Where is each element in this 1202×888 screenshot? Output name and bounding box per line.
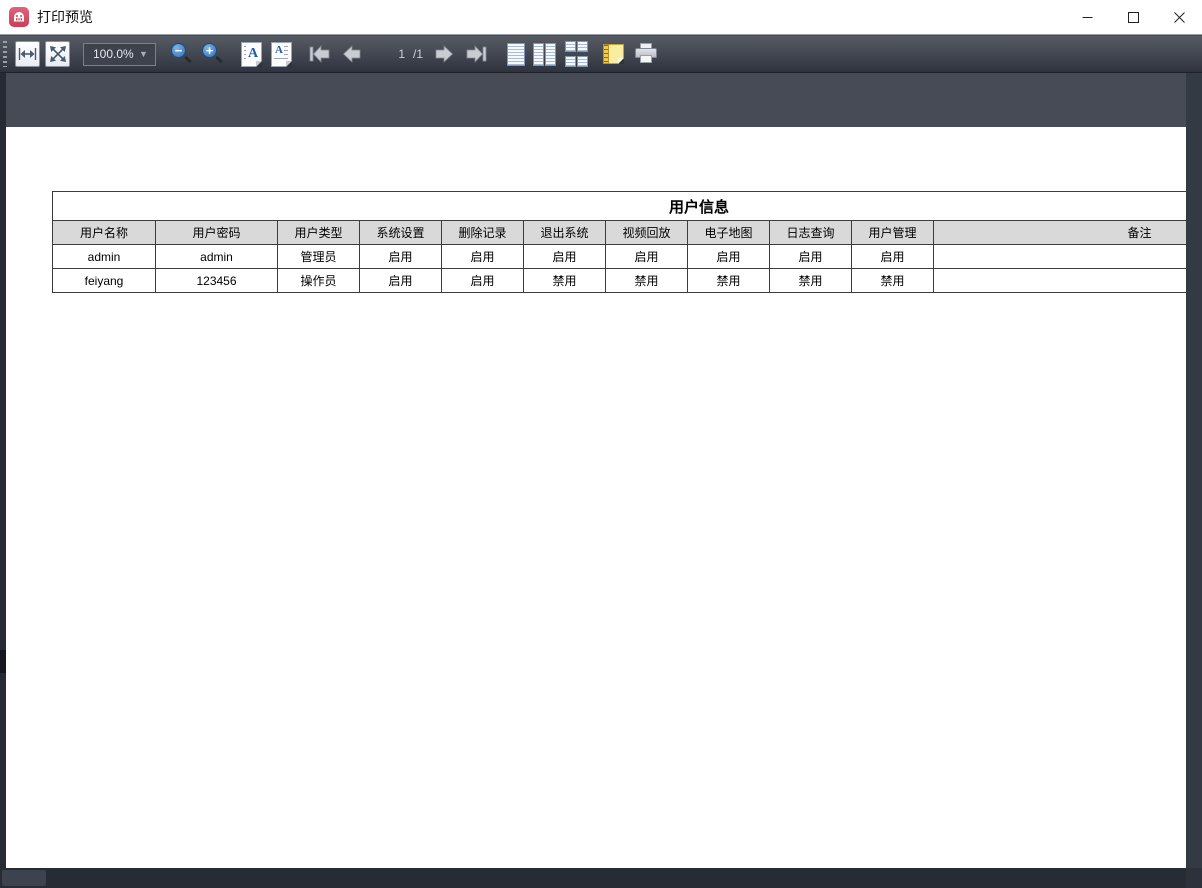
- horizontal-scrollbar-thumb[interactable]: [2, 870, 46, 886]
- table-cell: 启用: [360, 245, 442, 269]
- toolbar: 100.0% ▼ − + A A 1 /1: [0, 36, 1202, 73]
- zoom-in-button[interactable]: +: [200, 41, 226, 67]
- table-cell: 启用: [442, 245, 524, 269]
- next-page-button[interactable]: [433, 39, 457, 69]
- table-cell: [934, 269, 1187, 293]
- first-page-icon: [307, 44, 333, 64]
- two-page-view-button[interactable]: [533, 39, 556, 69]
- table-row: adminadmin管理员启用启用启用启用启用启用启用: [53, 245, 1187, 269]
- zoom-value: 100.0%: [84, 47, 139, 61]
- table-cell: 禁用: [524, 269, 606, 293]
- table-cell: admin: [53, 245, 156, 269]
- four-page-view-icon: [565, 41, 576, 52]
- single-page-view-icon: [507, 43, 525, 66]
- column-header: 视频回放: [606, 221, 688, 245]
- preview-area: 用户信息用户名称用户密码用户类型系统设置删除记录退出系统视频回放电子地图日志查询…: [0, 73, 1202, 888]
- previous-page-button[interactable]: [339, 39, 363, 69]
- table-cell: 操作员: [278, 269, 360, 293]
- zoom-in-icon: +: [202, 43, 217, 58]
- column-header: 用户管理: [852, 221, 934, 245]
- next-page-icon: [433, 44, 457, 64]
- vertical-scrollbar[interactable]: [1186, 73, 1202, 888]
- column-header: 退出系统: [524, 221, 606, 245]
- window-title: 打印预览: [37, 7, 93, 27]
- table-cell: feiyang: [53, 269, 156, 293]
- table-title-row: 用户信息: [53, 192, 1187, 221]
- toolbar-grip[interactable]: [3, 41, 7, 67]
- table-cell: 启用: [442, 269, 524, 293]
- maximize-icon: [1128, 12, 1139, 23]
- zoom-select[interactable]: 100.0% ▼: [83, 43, 156, 66]
- table-cell: 启用: [524, 245, 606, 269]
- table-cell: 禁用: [606, 269, 688, 293]
- fit-page-icon: [49, 45, 67, 63]
- print-button[interactable]: [633, 42, 659, 66]
- table-font-button[interactable]: A: [271, 42, 292, 67]
- previous-page-icon: [339, 44, 363, 64]
- ghost-logo-icon: [12, 10, 26, 24]
- table-header-row: 用户名称用户密码用户类型系统设置删除记录退出系统视频回放电子地图日志查询用户管理…: [53, 221, 1187, 245]
- column-header: 删除记录: [442, 221, 524, 245]
- document-page: 用户信息用户名称用户密码用户类型系统设置删除记录退出系统视频回放电子地图日志查询…: [6, 127, 1186, 868]
- table-cell: 启用: [852, 245, 934, 269]
- two-page-view-icon: [533, 43, 544, 66]
- horizontal-scrollbar[interactable]: [0, 868, 1186, 888]
- page-setup-button[interactable]: [603, 42, 625, 66]
- fit-page-button[interactable]: [45, 41, 70, 67]
- titlebar: 打印预览: [0, 0, 1202, 35]
- table-cell: 禁用: [688, 269, 770, 293]
- table-cell: 启用: [606, 245, 688, 269]
- chevron-down-icon: ▼: [139, 49, 155, 59]
- page-total: /1: [413, 47, 423, 61]
- scrollbar-corner: [1186, 868, 1202, 888]
- table-cell: 启用: [770, 245, 852, 269]
- table-title: 用户信息: [53, 192, 1187, 221]
- last-page-button[interactable]: [463, 39, 489, 69]
- column-header: 用户类型: [278, 221, 360, 245]
- minimize-button[interactable]: [1064, 0, 1110, 35]
- fit-width-icon: [18, 46, 37, 62]
- close-button[interactable]: [1156, 0, 1202, 35]
- four-page-view-button[interactable]: [564, 39, 588, 69]
- maximize-button[interactable]: [1110, 0, 1156, 35]
- table-cell: 禁用: [770, 269, 852, 293]
- first-page-button[interactable]: [307, 39, 333, 69]
- close-icon: [1174, 12, 1185, 23]
- table-cell: 禁用: [852, 269, 934, 293]
- last-page-icon: [463, 44, 489, 64]
- column-header: 备注: [934, 221, 1187, 245]
- single-page-view-button[interactable]: [507, 39, 525, 69]
- left-edge-strip: [0, 73, 6, 868]
- minimize-icon: [1082, 12, 1093, 23]
- window-controls: [1064, 0, 1202, 35]
- table-cell: 启用: [688, 245, 770, 269]
- table-cell: admin: [156, 245, 278, 269]
- column-header: 日志查询: [770, 221, 852, 245]
- title-font-button[interactable]: A: [241, 42, 262, 67]
- page-number[interactable]: 1: [387, 47, 405, 61]
- table-cell: [934, 245, 1187, 269]
- zoom-out-button[interactable]: −: [169, 41, 195, 67]
- app-icon: [9, 7, 29, 27]
- page-setup-icon: [608, 44, 624, 64]
- zoom-out-icon: −: [171, 43, 186, 58]
- column-header: 用户密码: [156, 221, 278, 245]
- column-header: 电子地图: [688, 221, 770, 245]
- table-row: feiyang123456操作员启用启用禁用禁用禁用禁用禁用: [53, 269, 1187, 293]
- column-header: 用户名称: [53, 221, 156, 245]
- user-info-table: 用户信息用户名称用户密码用户类型系统设置删除记录退出系统视频回放电子地图日志查询…: [52, 191, 1186, 293]
- fit-width-button[interactable]: [15, 41, 40, 67]
- table-cell: 启用: [360, 269, 442, 293]
- table-cell: 123456: [156, 269, 278, 293]
- table-cell: 管理员: [278, 245, 360, 269]
- column-header: 系统设置: [360, 221, 442, 245]
